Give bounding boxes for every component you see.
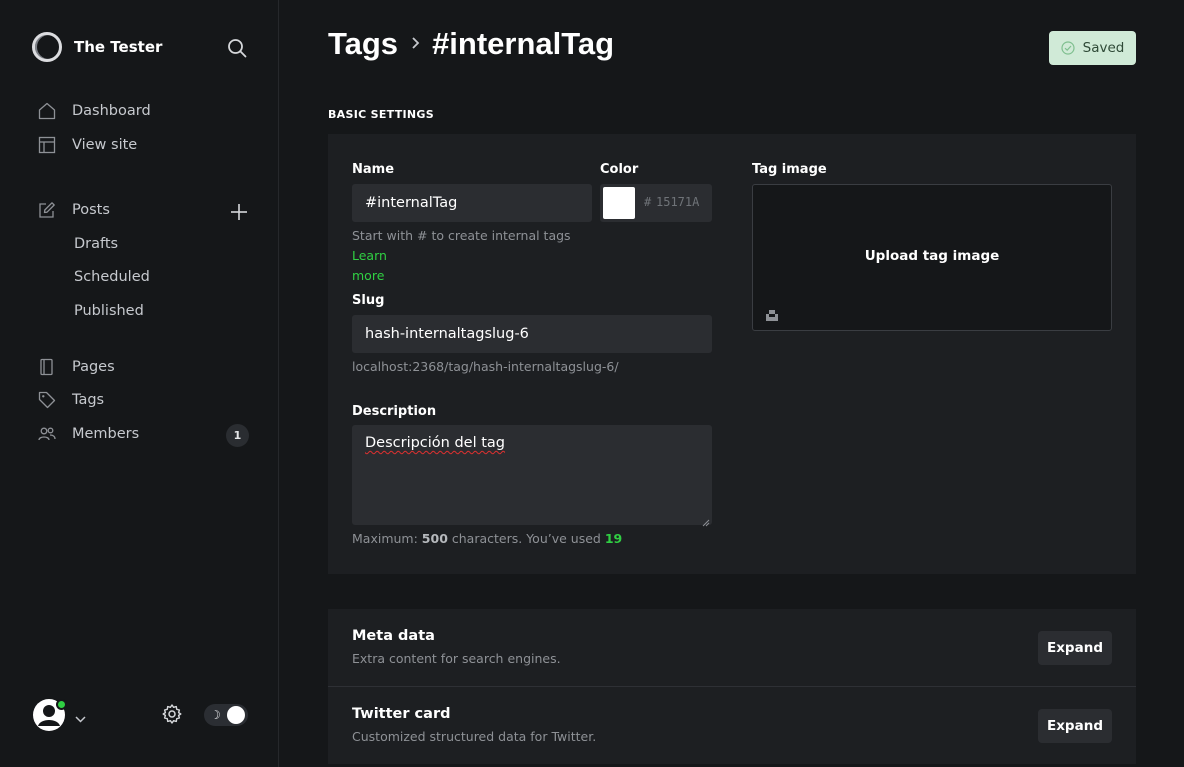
chevron-right-icon xyxy=(410,31,422,57)
counter-max: 500 xyxy=(421,531,448,546)
hex-input[interactable]: 15171A xyxy=(656,195,699,209)
meta-data-subtitle: Extra content for search engines. xyxy=(352,651,561,666)
online-status-icon xyxy=(56,699,67,710)
moon-icon: ☽ xyxy=(210,708,221,722)
check-circle-icon xyxy=(1061,41,1075,55)
tag-image-label: Tag image xyxy=(752,162,827,177)
dark-mode-toggle[interactable]: ☽ xyxy=(204,704,248,726)
sidebar-item-label: Dashboard xyxy=(72,103,151,119)
sidebar-item-label: Members xyxy=(72,426,140,442)
name-input[interactable]: #internalTag xyxy=(352,184,592,222)
counter-mid: characters. You’ve used xyxy=(451,531,601,546)
saved-button[interactable]: Saved xyxy=(1049,31,1136,65)
name-label: Name xyxy=(352,162,395,177)
upload-label: Upload tag image xyxy=(864,248,1000,264)
breadcrumb: Tags #internalTag xyxy=(328,26,614,62)
sidebar-item-pages[interactable]: Pages xyxy=(38,358,115,376)
page-title: #internalTag xyxy=(432,26,615,61)
basic-settings-card: Name #internalTag Color # 15171A Start w… xyxy=(328,134,1136,574)
members-icon xyxy=(38,425,56,443)
saved-label: Saved xyxy=(1082,40,1125,56)
site-logo-icon xyxy=(32,32,62,62)
meta-data-title: Meta data xyxy=(352,628,435,644)
members-count-badge: 1 xyxy=(226,424,249,447)
tag-image-upload[interactable]: Upload tag image xyxy=(752,184,1112,331)
slug-input[interactable]: hash-internaltagslug-6 xyxy=(352,315,712,353)
breadcrumb-tags-link[interactable]: Tags xyxy=(328,26,398,62)
meta-data-section: Meta data Extra content for search engin… xyxy=(328,609,1136,686)
name-hint-text: Start with # to create internal tags xyxy=(352,228,571,243)
sidebar-item-label: Tags xyxy=(72,392,105,408)
sidebar-item-published[interactable]: Published xyxy=(74,303,144,319)
sidebar-item-members[interactable]: Members xyxy=(38,425,139,443)
sidebar-item-scheduled[interactable]: Scheduled xyxy=(74,269,150,285)
unsplash-icon[interactable] xyxy=(765,307,779,321)
description-counter: Maximum: 500 characters. You’ve used 19 xyxy=(352,529,622,549)
color-swatch[interactable] xyxy=(603,187,635,219)
tag-icon xyxy=(38,391,56,409)
section-title: BASIC SETTINGS xyxy=(328,108,434,121)
home-icon xyxy=(38,102,56,120)
sidebar-item-tags[interactable]: Tags xyxy=(38,391,104,409)
counter-used: 19 xyxy=(604,531,623,546)
learn-more-link[interactable]: Learn xyxy=(352,248,387,263)
hex-prefix: # xyxy=(644,195,652,209)
color-field[interactable]: # 15171A xyxy=(600,184,712,222)
counter-prefix: Maximum: xyxy=(352,531,418,546)
name-hint: Start with # to create internal tags Lea… xyxy=(352,226,602,286)
new-post-plus-icon[interactable] xyxy=(229,202,249,222)
sidebar-item-label: View site xyxy=(72,137,138,153)
description-label: Description xyxy=(352,404,437,419)
sidebar-item-label: Posts xyxy=(72,202,110,218)
slug-url: localhost:2368/tag/hash-internaltagslug-… xyxy=(352,359,619,374)
sidebar-item-label: Pages xyxy=(72,359,115,375)
sidebar-item-view-site[interactable]: View site xyxy=(38,136,137,154)
pages-icon xyxy=(38,358,56,376)
color-label: Color xyxy=(600,162,639,177)
edit-icon xyxy=(38,201,56,219)
site-name: The Tester xyxy=(74,38,163,56)
meta-data-expand-button[interactable]: Expand xyxy=(1038,631,1112,665)
learn-more-link-cont[interactable]: more xyxy=(352,268,384,283)
sidebar-item-drafts[interactable]: Drafts xyxy=(74,236,118,252)
sidebar-item-posts[interactable]: Posts xyxy=(38,201,110,219)
resize-handle-icon[interactable] xyxy=(702,515,710,527)
layout-icon xyxy=(38,136,56,154)
description-text: Descripción del tag xyxy=(365,435,506,451)
search-icon[interactable] xyxy=(226,37,248,59)
slug-label: Slug xyxy=(352,293,385,308)
chevron-down-icon[interactable] xyxy=(74,709,87,723)
sidebar: The Tester Dashboard View site Posts Dra… xyxy=(0,0,279,767)
twitter-card-section: Twitter card Customized structured data … xyxy=(328,687,1136,764)
twitter-card-subtitle: Customized structured data for Twitter. xyxy=(352,729,597,744)
description-textarea[interactable]: Descripción del tag xyxy=(352,425,712,527)
twitter-card-expand-button[interactable]: Expand xyxy=(1038,709,1112,743)
brand[interactable]: The Tester xyxy=(32,32,162,62)
toggle-knob xyxy=(227,706,245,724)
twitter-card-title: Twitter card xyxy=(352,706,451,722)
sidebar-item-dashboard[interactable]: Dashboard xyxy=(38,102,151,120)
gear-icon[interactable] xyxy=(161,703,183,725)
